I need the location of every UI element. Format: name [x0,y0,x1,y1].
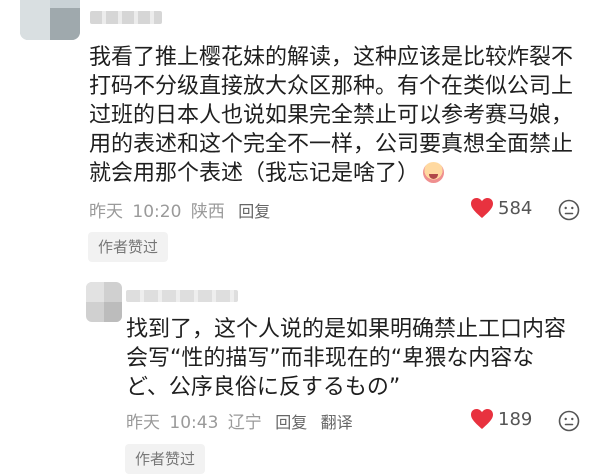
username-blurred[interactable] [126,290,238,302]
avatar[interactable] [20,0,80,40]
comment-line: 会写“性的描写”而非现在的“卑猥な内容な [126,346,535,371]
comment-date: 昨天 [89,202,123,222]
heart-icon [471,409,493,429]
reply-button[interactable]: 回复 [275,409,307,433]
comment-line: 用的表述和这个完全不一样，公司要真想全面禁止 [89,132,574,157]
like-button[interactable]: 189 [470,408,532,430]
comment-line: ど、公序良俗に反するもの” [126,375,401,400]
crying-face-emoji [423,162,445,183]
dislike-face-icon[interactable] [558,410,580,432]
heart-icon [471,198,493,218]
comment-line: 我看了推上樱花妹的解读，这种应该是比较炸裂不 [89,45,574,70]
avatar[interactable] [86,282,122,322]
dislike-face-icon[interactable] [558,199,580,221]
username-blurred[interactable] [90,11,162,24]
like-count: 584 [498,197,533,219]
author-liked-badge: 作者赞过 [88,232,169,262]
comment-time: 10:20 [132,202,182,222]
comment-line: 就会用那个表述（我忘记是啥了） [89,159,573,188]
comment-location: 陕西 [190,202,225,222]
like-button[interactable]: 584 [470,197,532,219]
comment-line: 过班的日本人也说如果完全禁止可以参考赛马娘， [89,103,574,128]
comment-location: 辽宁 [227,413,262,433]
translate-button[interactable]: 翻译 [321,409,353,433]
comment-text: 找到了，这个人说的是如果明确禁止工口内容 会写“性的描写”而非现在的“卑猥な内容… [126,315,566,402]
comment-line: 找到了，这个人说的是如果明确禁止工口内容 [126,317,567,342]
like-count: 189 [498,408,533,430]
author-liked-badge: 作者赞过 [125,444,206,474]
comment-date: 昨天 [126,413,160,433]
reply-button[interactable]: 回复 [238,198,270,222]
comment-meta: 昨天 10:20 陕西 回复 [89,197,270,222]
comment-text: 我看了推上樱花妹的解读，这种应该是比较炸裂不 打码不分级直接放大众区那种。有个在… [89,43,573,188]
comment-line: 打码不分级直接放大众区那种。有个在类似公司上 [89,74,574,99]
comment-time: 10:43 [169,413,219,433]
comment-meta: 昨天 10:43 辽宁 回复 翻译 [126,408,353,433]
